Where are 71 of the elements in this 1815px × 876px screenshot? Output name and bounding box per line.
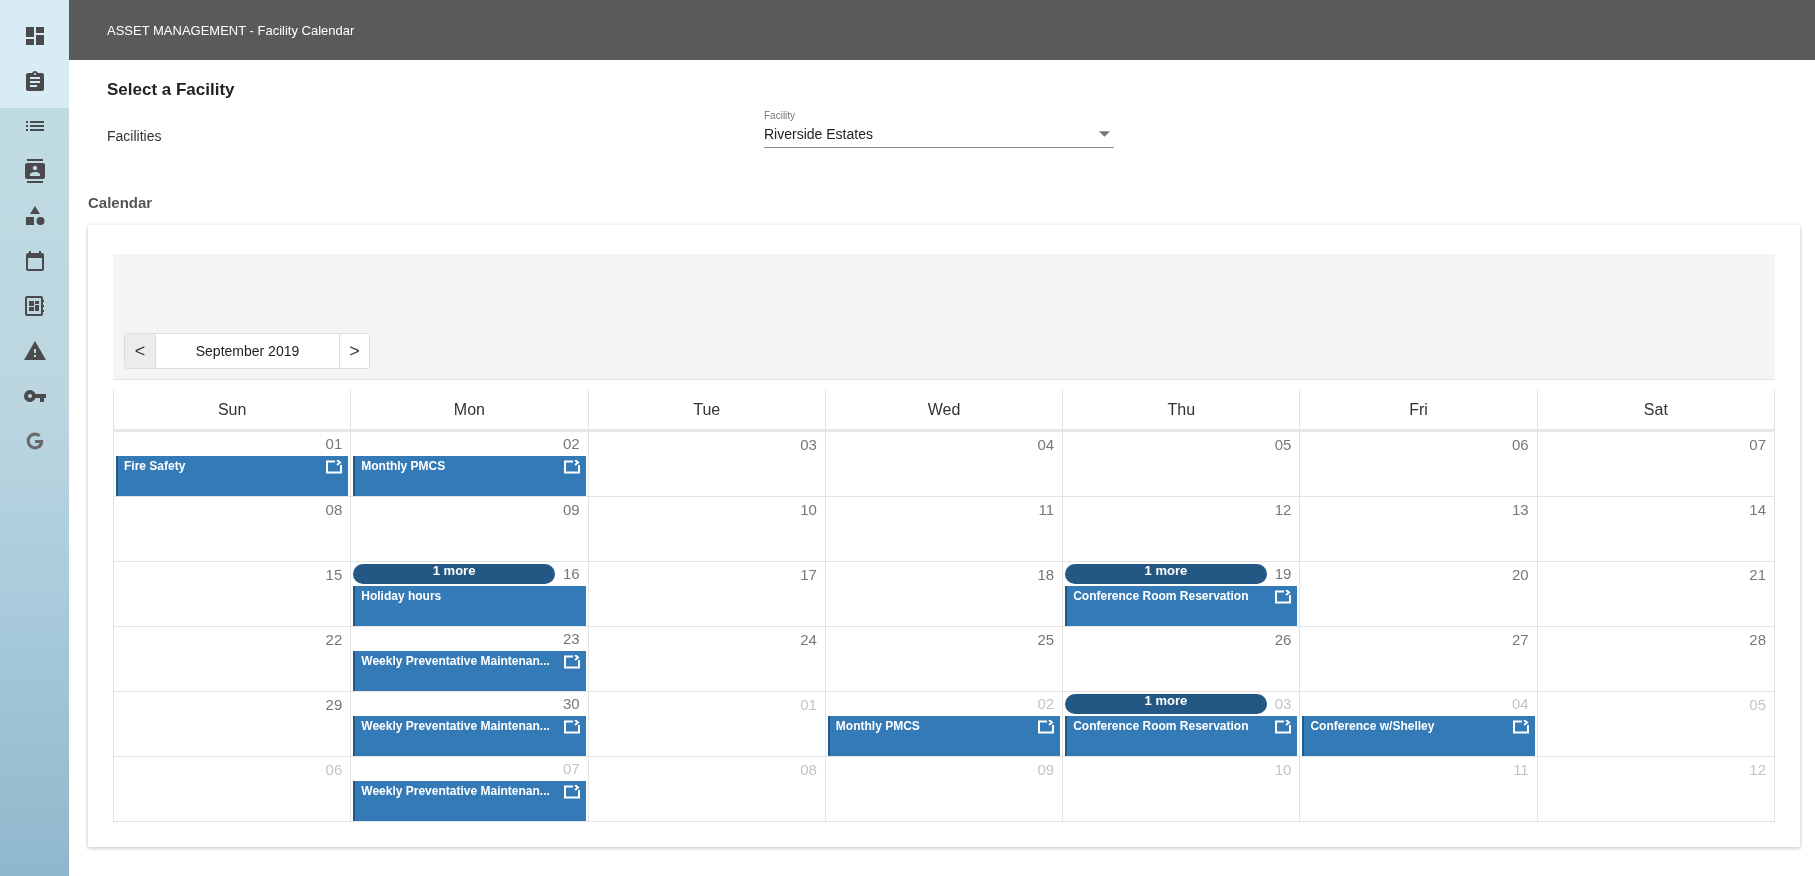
day-number[interactable]: 20 bbox=[1512, 565, 1535, 583]
calendar-event[interactable]: Conference Room Reservation bbox=[1065, 585, 1298, 626]
warning-icon[interactable] bbox=[22, 339, 47, 363]
day-number[interactable]: 01 bbox=[325, 435, 349, 453]
day-number[interactable]: 23 bbox=[562, 630, 586, 648]
day-number[interactable]: 11 bbox=[1038, 500, 1061, 518]
day-number[interactable]: 27 bbox=[1512, 630, 1535, 648]
day-number[interactable]: 14 bbox=[1749, 500, 1772, 518]
weekday-header: Sat bbox=[1537, 390, 1775, 432]
day-number[interactable]: 06 bbox=[1512, 435, 1535, 453]
day-number[interactable]: 22 bbox=[325, 630, 349, 648]
calendar-event[interactable]: Weekly Preventative Maintenan... bbox=[353, 650, 586, 691]
event-title: Holiday hours bbox=[361, 588, 442, 603]
calendar-event[interactable]: Conference Room Reservation bbox=[1065, 715, 1298, 756]
day-number[interactable]: 07 bbox=[1749, 435, 1772, 453]
next-month-button[interactable]: > bbox=[339, 334, 369, 368]
day-number[interactable]: 05 bbox=[1274, 435, 1298, 453]
calendar-event[interactable]: Monthly PMCS bbox=[353, 455, 586, 496]
day-number[interactable]: 15 bbox=[325, 565, 349, 583]
event-title: Weekly Preventative Maintenan... bbox=[361, 718, 550, 733]
day-number[interactable]: 10 bbox=[800, 500, 823, 518]
day-number[interactable]: 28 bbox=[1749, 630, 1772, 648]
event-title: Conference w/Shelley bbox=[1310, 718, 1435, 733]
day-number[interactable]: 16 bbox=[562, 565, 586, 583]
weekday-header: Sun bbox=[114, 390, 352, 432]
day-number[interactable]: 21 bbox=[1749, 565, 1772, 583]
day-number[interactable]: 24 bbox=[800, 630, 823, 648]
weekday-header: Wed bbox=[825, 390, 1064, 432]
day-number[interactable]: 04 bbox=[1037, 435, 1061, 453]
day-number[interactable]: 19 bbox=[1274, 565, 1298, 583]
day-number[interactable]: 08 bbox=[325, 500, 349, 518]
caret-icon bbox=[1099, 131, 1110, 137]
calendar-event[interactable]: Monthly PMCS bbox=[827, 715, 1061, 756]
more-events-button[interactable]: 1 more bbox=[353, 563, 555, 584]
weekday-header: Fri bbox=[1300, 390, 1538, 432]
field-label: Facilities bbox=[107, 128, 163, 144]
day-number[interactable]: 09 bbox=[562, 500, 586, 518]
contact-card-icon[interactable] bbox=[22, 159, 47, 183]
event-title: Weekly Preventative Maintenan... bbox=[361, 653, 550, 668]
day-number[interactable]: 26 bbox=[1274, 630, 1298, 648]
more-events-button[interactable]: 1 more bbox=[1065, 563, 1267, 584]
calendar-event[interactable]: Weekly Preventative Maintenan... bbox=[353, 780, 586, 821]
day-number[interactable]: 25 bbox=[1037, 630, 1061, 648]
notebook-icon[interactable] bbox=[22, 294, 47, 318]
page-title: ASSET MANAGEMENT - Facility Calendar bbox=[107, 22, 355, 38]
day-number[interactable]: 13 bbox=[1512, 500, 1535, 518]
previous-month-button[interactable]: < bbox=[125, 334, 155, 368]
section-title: Select a Facility bbox=[107, 80, 236, 100]
weekday-header: Tue bbox=[588, 390, 826, 432]
event-title: Monthly PMCS bbox=[835, 718, 920, 733]
event-title: Conference Room Reservation bbox=[1073, 718, 1249, 733]
day-number[interactable]: 02 bbox=[562, 435, 586, 453]
day-number[interactable]: 30 bbox=[562, 695, 586, 713]
weekday-header: Mon bbox=[351, 390, 589, 432]
section-title: Calendar bbox=[88, 194, 154, 211]
calendar-event[interactable]: Holiday hours bbox=[353, 585, 586, 626]
day-number[interactable]: 03 bbox=[800, 435, 823, 453]
day-number[interactable]: 17 bbox=[800, 565, 823, 583]
event-title: Monthly PMCS bbox=[361, 458, 446, 473]
calendar-event[interactable]: Fire Safety bbox=[116, 455, 349, 496]
event-title: Fire Safety bbox=[124, 458, 186, 473]
day-number[interactable]: 29 bbox=[325, 695, 349, 713]
calendar-event[interactable]: Conference w/Shelley bbox=[1302, 715, 1535, 756]
calendar-event[interactable]: Weekly Preventative Maintenan... bbox=[353, 715, 586, 756]
day-number[interactable]: 18 bbox=[1037, 565, 1061, 583]
day-number[interactable]: 12 bbox=[1274, 500, 1298, 518]
more-events-button[interactable]: 1 more bbox=[1065, 693, 1267, 714]
event-title: Conference Room Reservation bbox=[1073, 588, 1249, 603]
facility-dropdown[interactable]: Facility Riverside Estates bbox=[764, 108, 1114, 148]
event-title: Weekly Preventative Maintenan... bbox=[361, 783, 550, 798]
weekday-header: Thu bbox=[1063, 390, 1301, 432]
